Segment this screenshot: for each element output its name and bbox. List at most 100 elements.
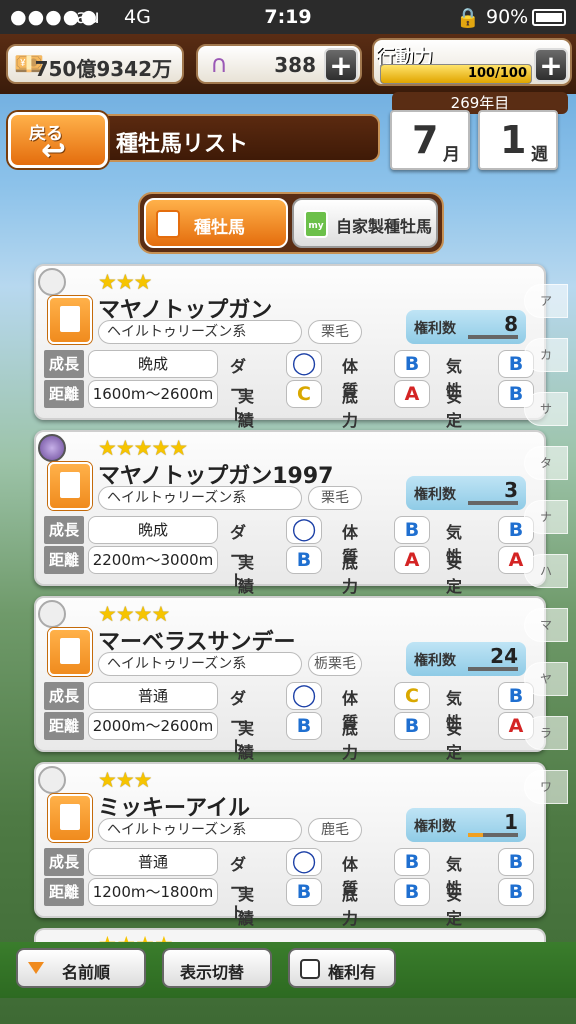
week-number: 1 xyxy=(500,118,527,162)
growth-value: 晩成 xyxy=(88,350,218,378)
growth-value: 晩成 xyxy=(88,516,218,544)
tab-stallions[interactable]: 種牡馬 xyxy=(144,198,288,248)
record-label: 実績 xyxy=(238,553,255,596)
index-tab[interactable]: ワ xyxy=(524,770,568,804)
action-power-bar: 100/100 xyxy=(380,64,532,84)
index-tab[interactable]: タ xyxy=(524,446,568,480)
physique-grade: B xyxy=(394,848,430,876)
stamina-label: 底力 xyxy=(342,553,359,596)
coat-color: 栃栗毛 xyxy=(308,652,362,676)
star-rating: ★★★★ xyxy=(98,602,170,626)
index-tab[interactable]: ア xyxy=(524,284,568,318)
week-unit: 週 xyxy=(531,145,548,165)
document-icon xyxy=(156,210,180,238)
dirt-grade: ◯ xyxy=(286,350,322,378)
document-icon xyxy=(48,628,92,676)
stamina-grade: A xyxy=(394,380,430,408)
horseshoe-value: 388 xyxy=(274,53,316,77)
action-power-value: 100/100 xyxy=(467,66,527,81)
index-tab[interactable]: ハ xyxy=(524,554,568,588)
dirt-grade: ◯ xyxy=(286,516,322,544)
select-circle-icon[interactable] xyxy=(38,766,66,794)
stability-label: 安定 xyxy=(446,553,463,596)
my-document-icon: my xyxy=(304,210,328,238)
rights-gauge xyxy=(468,833,518,837)
growth-label: 成長 xyxy=(44,516,84,544)
coat-color: 鹿毛 xyxy=(308,818,362,842)
tab-group: 種牡馬 my 自家製種牡馬 xyxy=(138,192,444,254)
record-grade: B xyxy=(286,878,322,906)
stamina-grade: B xyxy=(394,712,430,740)
rights-box: 権利数 24 xyxy=(406,642,526,676)
stamina-grade: A xyxy=(394,546,430,574)
month-unit: 月 xyxy=(443,145,460,165)
list-item[interactable]: ★★★★★ マヤノトップガン1997 ヘイルトゥリーズン系 栗毛 権利数 3 成… xyxy=(34,430,546,596)
add-action-power-button[interactable]: + xyxy=(534,48,568,82)
record-grade: B xyxy=(286,712,322,740)
rights-box: 権利数 1 xyxy=(406,808,526,842)
dirt-grade: ◯ xyxy=(286,848,322,876)
index-tab[interactable]: サ xyxy=(524,392,568,426)
rights-gauge-fill xyxy=(468,833,483,837)
star-rating: ★★★ xyxy=(98,270,152,294)
sort-triangle-icon xyxy=(28,962,44,974)
growth-label: 成長 xyxy=(44,350,84,378)
rights-value: 1 xyxy=(504,810,518,834)
list-item[interactable]: ★★★★ マーベラスサンデー ヘイルトゥリーズン系 栃栗毛 権利数 24 成長 … xyxy=(34,596,546,762)
back-button[interactable]: 戻る ↩ xyxy=(8,112,108,168)
record-label: 実績 xyxy=(238,885,255,928)
distance-label: 距離 xyxy=(44,878,84,906)
list-item[interactable]: ★★★ マヤノトップガン ヘイルトゥリーズン系 栗毛 権利数 8 成長 晩成 ダ… xyxy=(34,264,546,430)
display-toggle-button[interactable]: 表示切替 xyxy=(162,948,272,988)
index-tab[interactable]: カ xyxy=(524,338,568,372)
index-tab[interactable]: マ xyxy=(524,608,568,642)
distance-value: 1600m〜2600m xyxy=(88,380,218,408)
display-toggle-label: 表示切替 xyxy=(180,963,245,982)
index-tab[interactable]: ナ xyxy=(524,500,568,534)
stability-label: 安定 xyxy=(446,885,463,928)
back-arrow-icon: ↩ xyxy=(41,133,67,168)
stamina-label: 底力 xyxy=(342,387,359,430)
star-rating: ★★★★★ xyxy=(98,436,188,460)
rights-gauge xyxy=(468,335,518,339)
rights-value: 3 xyxy=(504,478,518,502)
rights-label: 権利数 xyxy=(414,653,456,669)
rights-filter-label: 権利有 xyxy=(328,963,377,982)
add-horseshoe-button[interactable]: + xyxy=(324,48,358,82)
coat-color: 栗毛 xyxy=(308,320,362,344)
record-label: 実績 xyxy=(238,387,255,430)
tab-homebred-stallions-label: 自家製種牡馬 xyxy=(336,217,433,236)
week-calendar: 1 週 xyxy=(478,110,558,170)
index-tab[interactable]: ヤ xyxy=(524,662,568,696)
distance-value: 2000m〜2600m xyxy=(88,712,218,740)
rights-box: 権利数 3 xyxy=(406,476,526,510)
document-icon xyxy=(48,462,92,510)
rights-filter-button[interactable]: 権利有 xyxy=(288,948,396,988)
tab-homebred-stallions[interactable]: my 自家製種牡馬 xyxy=(292,198,438,248)
sire-line: ヘイルトゥリーズン系 xyxy=(98,652,302,676)
month-number: 7 xyxy=(412,118,439,162)
month-calendar: 7 月 xyxy=(390,110,470,170)
record-grade: B xyxy=(286,546,322,574)
index-tab[interactable]: ラ xyxy=(524,716,568,750)
coat-color: 栗毛 xyxy=(308,486,362,510)
select-circle-icon[interactable] xyxy=(38,600,66,628)
sire-line: ヘイルトゥリーズン系 xyxy=(98,486,302,510)
rotation-lock-icon: 🔒 xyxy=(456,7,480,29)
stamina-label: 底力 xyxy=(342,719,359,762)
rights-label: 権利数 xyxy=(414,321,456,337)
physique-grade: C xyxy=(394,682,430,710)
rights-gauge xyxy=(468,667,518,671)
physique-grade: B xyxy=(394,350,430,378)
select-circle-icon[interactable] xyxy=(38,268,66,296)
sire-line: ヘイルトゥリーズン系 xyxy=(98,818,302,842)
document-icon xyxy=(48,794,92,842)
list-item[interactable]: ★★★ ミッキーアイル ヘイルトゥリーズン系 鹿毛 権利数 1 成長 普通 ダー… xyxy=(34,762,546,928)
horseshoe-icon: ∩ xyxy=(210,50,228,78)
record-grade: C xyxy=(286,380,322,408)
emblem-icon xyxy=(38,434,66,462)
sort-button[interactable]: 名前順 xyxy=(16,948,146,988)
document-icon xyxy=(48,296,92,344)
money-display: 💴 750億9342万 xyxy=(6,44,184,84)
stability-label: 安定 xyxy=(446,387,463,430)
